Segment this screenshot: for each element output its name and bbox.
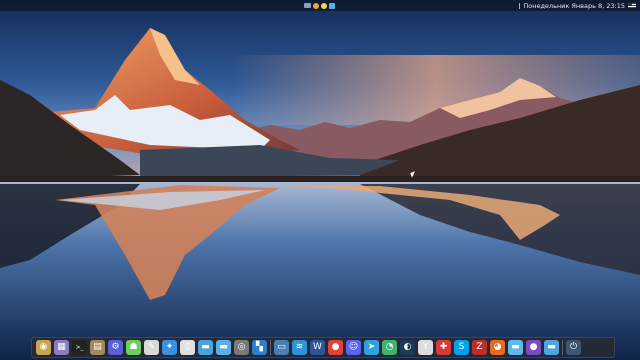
safari-icon[interactable]: ✦ (162, 340, 177, 355)
datetime-label[interactable]: Понедельник Январь 8, 23:15 (523, 2, 625, 10)
whatsapp-icon[interactable]: ◔ (382, 340, 397, 355)
telegram-tray-icon[interactable] (329, 2, 335, 9)
document-viewer-icon[interactable]: ▯ (180, 340, 195, 355)
app-grid-icon[interactable]: ▚ (252, 340, 267, 355)
launchpad-icon[interactable]: ◉ (36, 340, 51, 355)
vpn-shield-icon[interactable] (321, 2, 327, 9)
filezilla-icon[interactable]: Z (472, 340, 487, 355)
steam-icon[interactable]: ◐ (400, 340, 415, 355)
camera-icon[interactable] (304, 3, 311, 8)
terminal-icon[interactable]: >_ (72, 340, 87, 355)
gimp-icon[interactable]: ✎ (144, 340, 159, 355)
android-icon[interactable]: ☗ (126, 340, 141, 355)
emoji-icon[interactable] (313, 2, 319, 9)
firefox-icon[interactable]: ◕ (490, 340, 505, 355)
pdf-icon[interactable]: ✚ (436, 340, 451, 355)
dock: ◉ ▦ >_ ▤ ⚙ ☗ ✎ ✦ ▯ ▬ ▬ ◎ ▚ ▭ ≋ W ● ☺ ➤ ◔ ◐ Y ✚ S Z ◕ ▬ ● ▬ ⏻ (31, 337, 615, 358)
power-icon[interactable]: ⏻ (566, 340, 581, 355)
home-folder-icon[interactable]: ▬ (508, 340, 523, 355)
dock-separator (270, 340, 271, 355)
desktop-wallpaper (0, 0, 640, 360)
settings-robot-icon[interactable]: ⚙ (108, 340, 123, 355)
top-panel: Понедельник Январь 8, 23:15 (0, 0, 640, 11)
gallery-icon[interactable]: ▦ (54, 340, 69, 355)
system-tray (304, 2, 335, 9)
yandex-icon[interactable]: Y (418, 340, 433, 355)
discord-icon[interactable]: ☺ (346, 340, 361, 355)
clock-area: Понедельник Январь 8, 23:15 (519, 2, 636, 10)
chrome-icon[interactable]: ● (328, 340, 343, 355)
archive-icon[interactable]: ▤ (90, 340, 105, 355)
skype-icon[interactable]: S (454, 340, 469, 355)
word-icon[interactable]: W (310, 340, 325, 355)
telegram-icon[interactable]: ➤ (364, 340, 379, 355)
trash-folder-icon[interactable]: ▬ (544, 340, 559, 355)
folder-icon[interactable]: ▬ (198, 340, 213, 355)
separator (519, 2, 521, 9)
tor-browser-icon[interactable]: ● (526, 340, 541, 355)
docker-icon[interactable]: ≋ (292, 340, 307, 355)
disk-utility-icon[interactable]: ◎ (234, 340, 249, 355)
us-flag-icon[interactable] (628, 3, 636, 8)
files-icon[interactable]: ▬ (216, 340, 231, 355)
screen-recorder-icon[interactable]: ▭ (274, 340, 289, 355)
dock-separator (562, 340, 563, 355)
